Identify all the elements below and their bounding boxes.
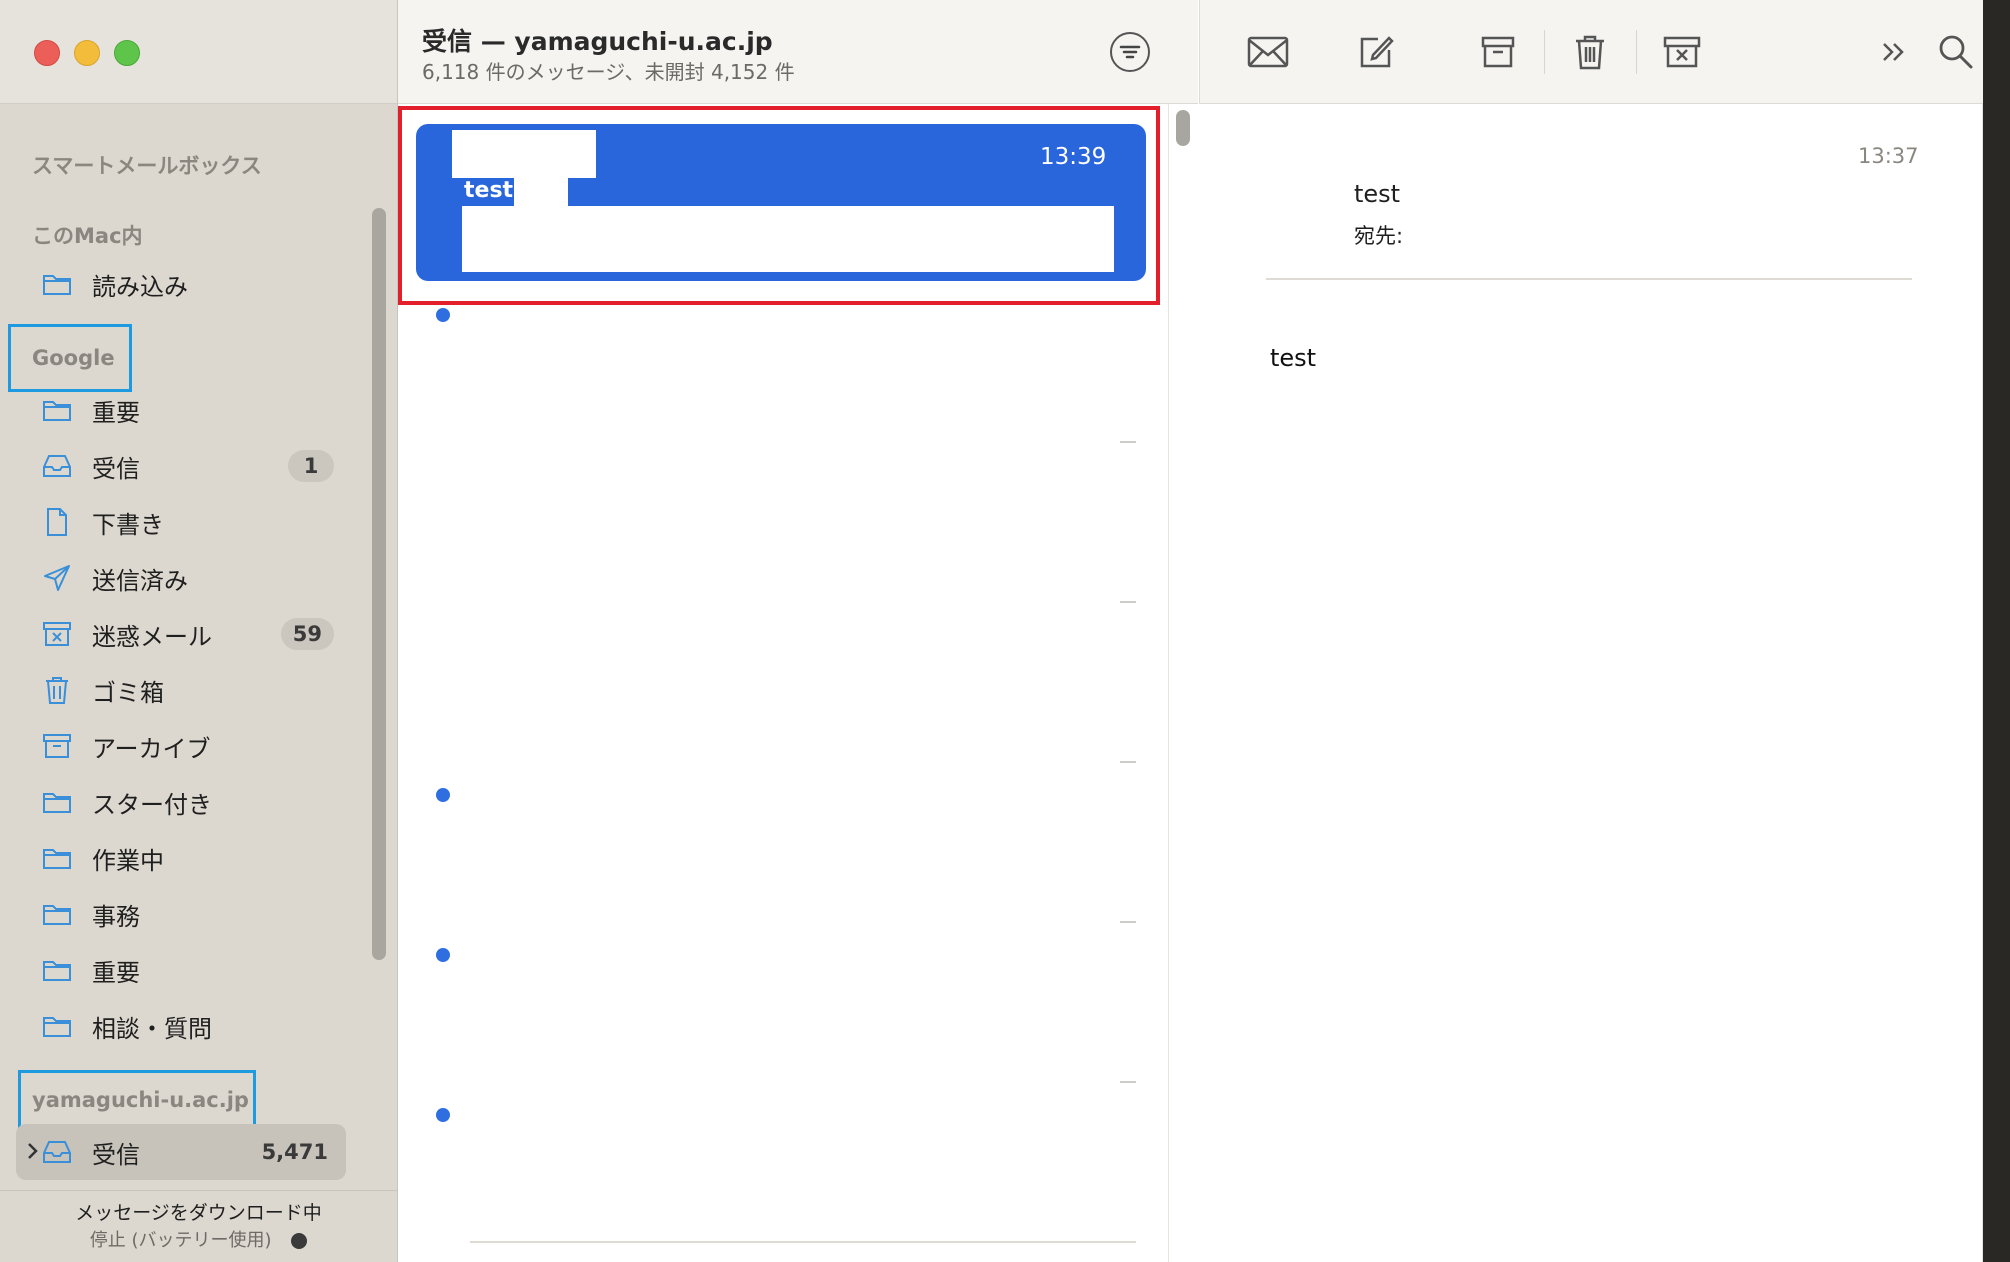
email-time: 13:37 — [1858, 144, 1919, 168]
desktop-background — [1983, 0, 2010, 1262]
section-google[interactable]: Google — [32, 346, 115, 370]
selected-message-highlight — [398, 106, 1160, 305]
row-separator — [1120, 921, 1136, 923]
junk-icon — [1663, 36, 1701, 68]
inbox-icon — [40, 1135, 74, 1169]
row-separator — [1120, 441, 1136, 443]
section-smart-mailboxes[interactable]: スマートメールボックス — [32, 150, 262, 180]
download-sub-text: 停止 (バッテリー使用) — [89, 1230, 272, 1251]
sidebar-item-label: 相談・質問 — [92, 1014, 212, 1043]
sidebar-item-trash[interactable]: ゴミ箱 — [40, 665, 340, 715]
draft-icon — [40, 505, 74, 539]
sidebar: スマートメールボックス このMac内 読み込み Google 重要 受信 1 下… — [0, 0, 398, 1262]
sidebar-item-label: 事務 — [92, 902, 140, 931]
sidebar-item-label: 作業中 — [92, 846, 164, 875]
section-yamaguchi[interactable]: yamaguchi-u.ac.jp — [32, 1088, 249, 1112]
sidebar-item-sent[interactable]: 送信済み — [40, 553, 340, 603]
sidebar-footer-divider — [0, 1190, 397, 1191]
sidebar-item-import[interactable]: 読み込み — [40, 259, 340, 309]
sidebar-item-label: 送信済み — [92, 566, 188, 595]
folder-icon — [40, 267, 74, 301]
folder-icon — [40, 841, 74, 875]
unread-dot — [436, 1108, 450, 1122]
folder-icon — [40, 393, 74, 427]
compose-icon — [1360, 36, 1394, 68]
chevron-double-right-icon — [1883, 43, 1904, 61]
folder-icon — [40, 1009, 74, 1043]
filter-button[interactable] — [1110, 32, 1150, 72]
toolbar-separator — [1636, 30, 1637, 74]
sidebar-item-important[interactable]: 重要 — [40, 385, 340, 435]
trash-icon — [40, 673, 74, 707]
sidebar-item-label: スター付き — [92, 790, 212, 819]
window-close-button[interactable] — [34, 40, 60, 66]
activity-icon[interactable] — [291, 1233, 308, 1249]
junk-button[interactable] — [1660, 30, 1704, 74]
junk-icon — [40, 617, 74, 651]
sidebar-item-drafts[interactable]: 下書き — [40, 497, 340, 547]
sidebar-item-archive[interactable]: アーカイブ — [40, 721, 340, 771]
junk-count-badge: 59 — [280, 618, 334, 650]
delete-button[interactable] — [1568, 30, 1612, 74]
mailbox-count: 6,118 件のメッセージ、未開封 4,152 件 — [422, 60, 795, 84]
sidebar-item-inbox[interactable]: 受信 1 — [40, 441, 340, 491]
archive-icon — [1481, 36, 1515, 68]
filter-icon — [1119, 45, 1141, 59]
list-divider — [1168, 104, 1169, 1262]
unread-dot — [436, 788, 450, 802]
row-separator — [1120, 1081, 1136, 1083]
more-toolbar-button[interactable] — [1872, 30, 1916, 74]
toolbar-separator — [1544, 30, 1545, 74]
sidebar-item-in-progress[interactable]: 作業中 — [40, 833, 340, 883]
sent-icon — [40, 561, 74, 595]
sidebar-item-junk[interactable]: 迷惑メール 59 — [40, 609, 340, 659]
email-body: test — [1270, 344, 1317, 372]
inbox-icon — [40, 449, 74, 483]
sidebar-item-label: 受信 — [92, 454, 140, 483]
sidebar-item-label: 迷惑メール — [92, 622, 212, 651]
download-status: メッセージをダウンロード中 — [75, 1202, 322, 1224]
get-mail-button[interactable] — [1246, 30, 1290, 74]
header-divider — [1266, 278, 1912, 280]
sidebar-scrollbar[interactable] — [372, 208, 386, 960]
folder-icon — [40, 953, 74, 987]
row-separator — [470, 1241, 1136, 1243]
sidebar-item-office[interactable]: 事務 — [40, 889, 340, 939]
download-sub-status: 停止 (バッテリー使用) — [0, 1226, 397, 1252]
sidebar-item-label: 下書き — [92, 510, 164, 539]
row-separator — [1120, 761, 1136, 763]
sidebar-item-label: 受信 — [92, 1140, 140, 1169]
sidebar-item-yamaguchi-inbox-row[interactable]: 受信 5,471 — [40, 1127, 340, 1177]
archive-button[interactable] — [1476, 30, 1520, 74]
compose-button[interactable] — [1354, 30, 1398, 74]
sidebar-item-label: ゴミ箱 — [92, 678, 164, 707]
window-minimize-button[interactable] — [74, 40, 100, 66]
folder-icon — [40, 785, 74, 819]
unread-badge: 1 — [288, 450, 334, 482]
chevron-right-icon[interactable] — [24, 1139, 40, 1163]
envelope-icon — [1247, 36, 1289, 68]
unread-dot — [436, 948, 450, 962]
sidebar-item-consult[interactable]: 相談・質問 — [40, 1001, 340, 1051]
sidebar-item-label: アーカイブ — [92, 734, 211, 763]
email-to-label: 宛先: — [1354, 224, 1404, 248]
folder-icon — [40, 897, 74, 931]
sidebar-item-label: 読み込み — [92, 272, 188, 301]
search-icon — [1939, 35, 1973, 69]
trash-icon — [1576, 35, 1604, 70]
unread-dot — [436, 308, 450, 322]
window-zoom-button[interactable] — [114, 40, 140, 66]
sidebar-item-label: 重要 — [92, 398, 140, 427]
search-button[interactable] — [1934, 30, 1978, 74]
archive-icon — [40, 729, 74, 763]
sidebar-item-starred[interactable]: スター付き — [40, 777, 340, 827]
section-on-my-mac[interactable]: このMac内 — [32, 220, 143, 250]
sidebar-item-important-2[interactable]: 重要 — [40, 945, 340, 995]
message-list-scrollbar[interactable] — [1176, 110, 1190, 146]
inbox-count: 5,471 — [261, 1140, 328, 1164]
sidebar-item-label: 重要 — [92, 958, 140, 987]
email-subject: test — [1354, 180, 1401, 208]
mailbox-title: 受信 — yamaguchi-u.ac.jp — [422, 27, 773, 56]
row-separator — [1120, 601, 1136, 603]
